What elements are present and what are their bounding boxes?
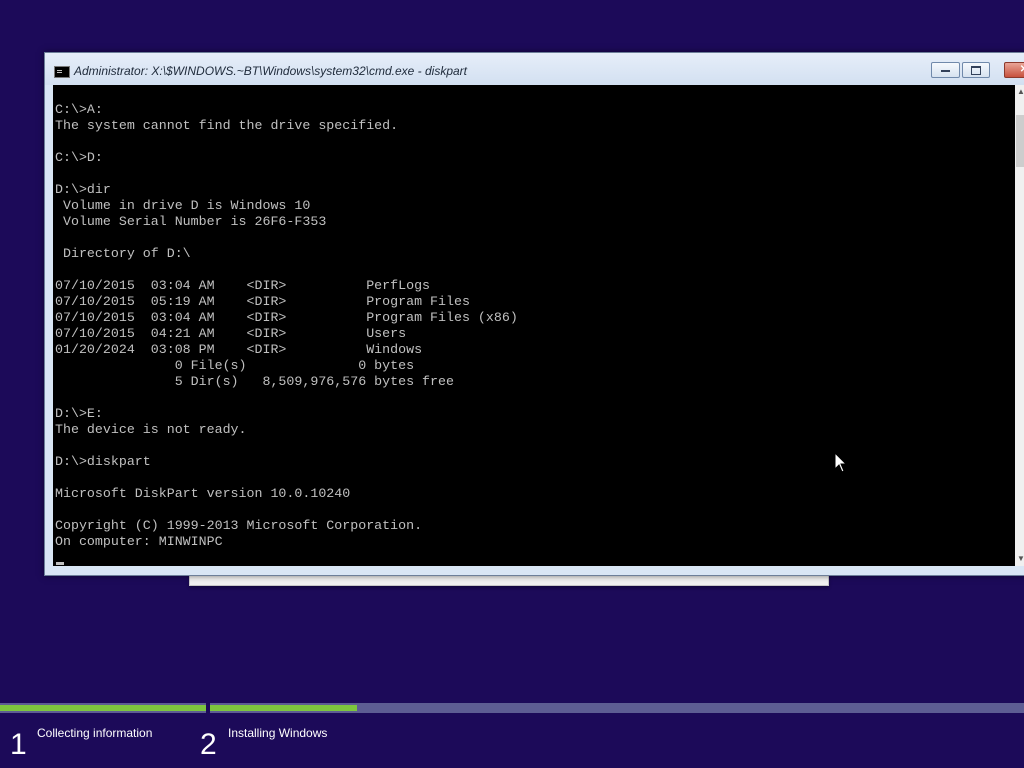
- step-label: Collecting information: [37, 726, 153, 740]
- console-text: C:\>A: The system cannot find the drive …: [55, 102, 518, 549]
- setup-background: Administrator: X:\$WINDOWS.~BT\Windows\s…: [0, 0, 1024, 768]
- scroll-thumb[interactable]: [1016, 115, 1024, 167]
- cmd-window[interactable]: Administrator: X:\$WINDOWS.~BT\Windows\s…: [44, 52, 1024, 576]
- vertical-scrollbar[interactable]: ▲ ▼: [1015, 85, 1024, 566]
- maximize-button[interactable]: [962, 62, 990, 78]
- window-title: Administrator: X:\$WINDOWS.~BT\Windows\s…: [74, 64, 467, 78]
- scroll-up-icon[interactable]: ▲: [1015, 85, 1024, 99]
- progress-fill: [0, 705, 206, 711]
- step-number: 2: [200, 728, 217, 761]
- progress-segment-collecting: [0, 703, 206, 713]
- setup-progress-bar: [0, 703, 1024, 713]
- step-label: Installing Windows: [228, 726, 328, 740]
- cmd-icon: [54, 66, 70, 78]
- text-cursor: [56, 562, 64, 565]
- console-output[interactable]: C:\>A: The system cannot find the drive …: [53, 85, 1015, 566]
- progress-segment-installing: [210, 703, 1024, 713]
- scroll-down-icon[interactable]: ▼: [1015, 552, 1024, 566]
- step-number: 1: [10, 728, 27, 761]
- maximize-icon: [971, 66, 981, 75]
- title-bar[interactable]: Administrator: X:\$WINDOWS.~BT\Windows\s…: [45, 53, 1024, 85]
- mouse-pointer-icon: [834, 452, 848, 473]
- minimize-icon: [941, 70, 950, 72]
- minimize-button[interactable]: [931, 62, 960, 78]
- progress-fill: [210, 705, 357, 711]
- close-button[interactable]: ✕: [1004, 62, 1024, 78]
- close-icon: ✕: [1019, 64, 1024, 75]
